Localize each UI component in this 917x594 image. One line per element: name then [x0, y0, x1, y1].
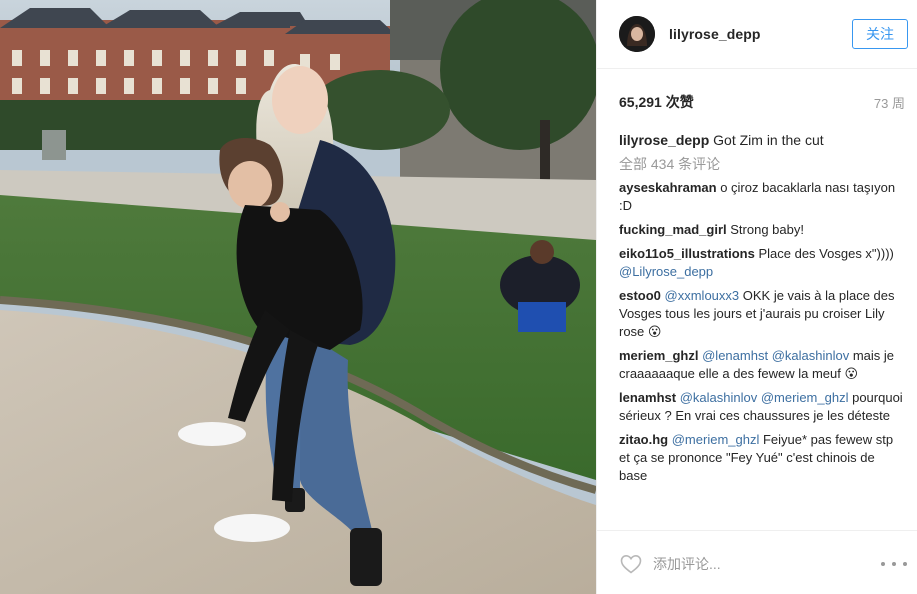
like-count[interactable]: 65,291 次赞	[619, 92, 694, 112]
comment-text: OKK je vais à la place des Vosges tous l…	[619, 288, 895, 339]
comment-text: Place des Vosges x"))))	[758, 246, 894, 261]
post-time[interactable]: 73 周	[874, 93, 905, 112]
header-username[interactable]: lilyrose_depp	[669, 26, 761, 42]
avatar[interactable]	[619, 16, 655, 52]
comment-user[interactable]: meriem_ghzl	[619, 348, 698, 363]
more-dots-icon	[903, 562, 907, 566]
comment-mention[interactable]: @xxmlouxx3	[665, 288, 740, 303]
comment-input[interactable]	[653, 556, 881, 572]
more-dots-icon	[881, 562, 885, 566]
comment-item: estoo0 @xxmlouxx3 OKK je vais à la place…	[619, 287, 903, 341]
post-side-panel: lilyrose_depp 关注 65,291 次赞 73 周 lilyrose…	[596, 0, 917, 594]
caption-user[interactable]: lilyrose_depp	[619, 132, 709, 148]
comment-user[interactable]: fucking_mad_girl	[619, 222, 727, 237]
comment-user[interactable]: ayseskahraman	[619, 180, 717, 195]
photo-illustration	[0, 0, 596, 594]
comment-item: fucking_mad_girl Strong baby!	[619, 221, 903, 239]
comment-user[interactable]: eiko11o5_illustrations	[619, 246, 755, 261]
view-all-comments-link[interactable]: 全部 434 条评论	[619, 155, 903, 173]
avatar-image	[619, 16, 655, 52]
comment-mention[interactable]: @lenamhst	[702, 348, 768, 363]
comment-user[interactable]: zitao.hg	[619, 432, 668, 447]
comment-item: meriem_ghzl @lenamhst @kalashinlov mais …	[619, 347, 903, 383]
more-dots-icon	[892, 562, 896, 566]
comment-mention[interactable]: @kalashinlov	[680, 390, 758, 405]
comment-item: ayseskahraman o çiroz bacaklarla nası ta…	[619, 179, 903, 215]
comments-list: lilyrose_depp Got Zim in the cut 全部 434 …	[619, 131, 903, 491]
comment-mention[interactable]: @Lilyrose_depp	[619, 264, 713, 279]
post-header: lilyrose_depp 关注	[597, 0, 917, 68]
comment-mention[interactable]: @meriem_ghzl	[672, 432, 760, 447]
comment-user[interactable]: estoo0	[619, 288, 661, 303]
footer-divider	[597, 530, 917, 531]
comment-item: eiko11o5_illustrations Place des Vosges …	[619, 245, 903, 281]
like-button[interactable]	[619, 552, 643, 576]
comment-user[interactable]: lenamhst	[619, 390, 676, 405]
add-comment-row	[619, 548, 907, 580]
post-photo[interactable]	[0, 0, 596, 594]
follow-button[interactable]: 关注	[852, 19, 908, 49]
caption-text: Got Zim in the cut	[713, 132, 824, 148]
header-divider	[597, 68, 917, 69]
post-meta: 65,291 次赞 73 周	[619, 92, 905, 112]
caption: lilyrose_depp Got Zim in the cut	[619, 131, 903, 149]
comment-item: zitao.hg @meriem_ghzl Feiyue* pas fewew …	[619, 431, 903, 485]
comment-mention[interactable]: @meriem_ghzl	[761, 390, 849, 405]
heart-icon	[620, 554, 642, 574]
comment-item: lenamhst @kalashinlov @meriem_ghzl pourq…	[619, 389, 903, 425]
comment-mention[interactable]: @kalashinlov	[772, 348, 850, 363]
more-options-button[interactable]	[881, 554, 907, 574]
comment-text: Strong baby!	[730, 222, 804, 237]
